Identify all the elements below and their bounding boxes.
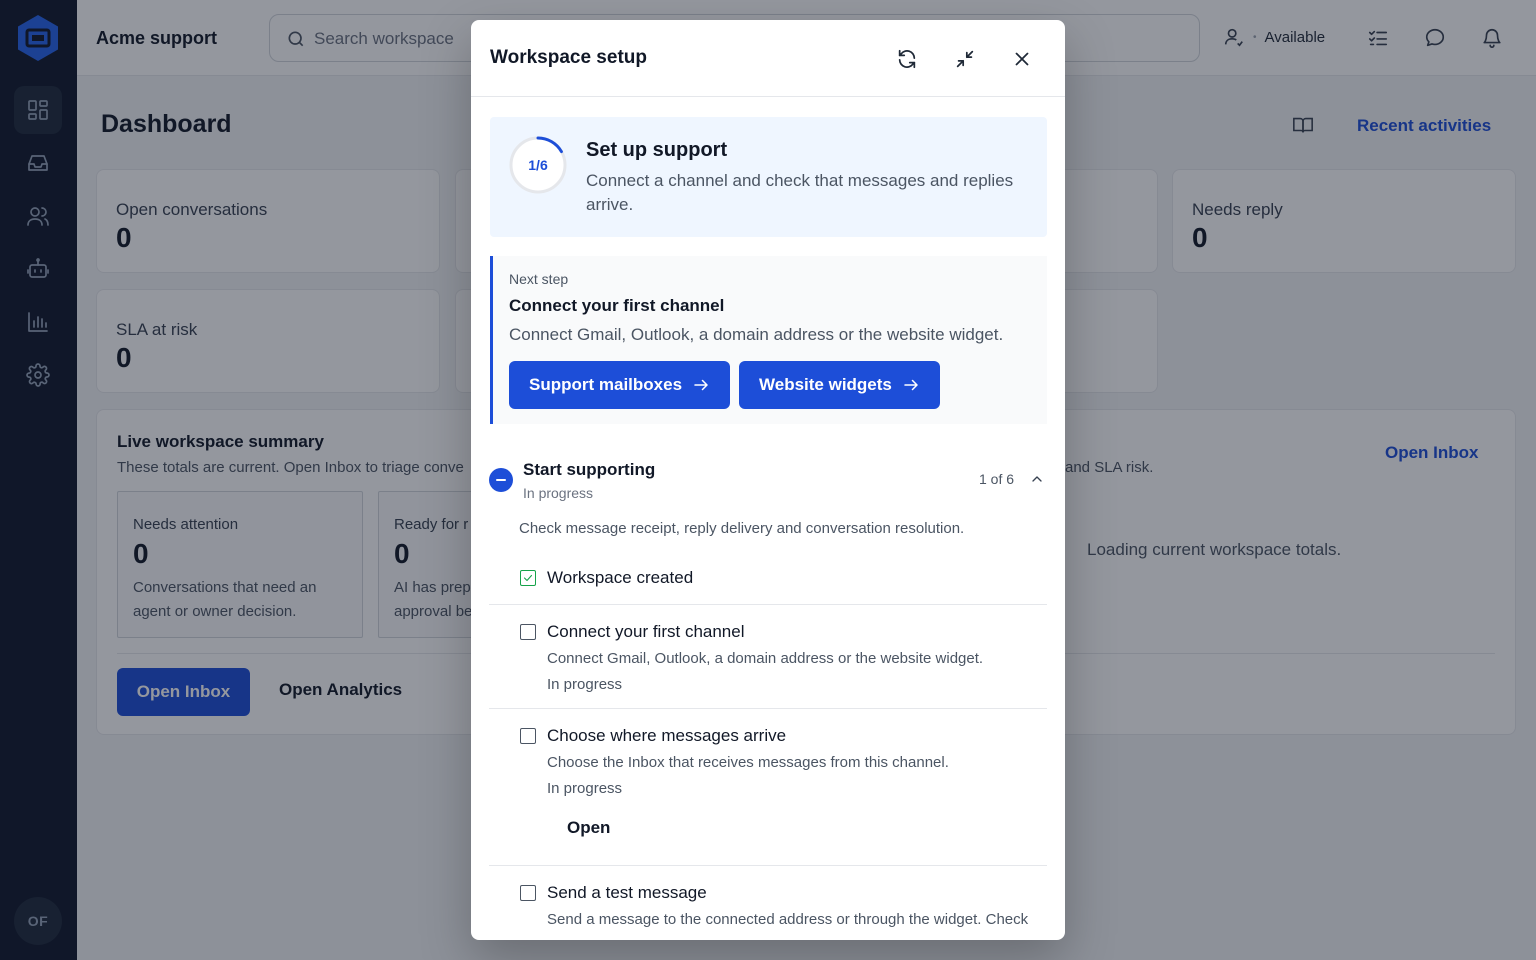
progress-title: Set up support [586,139,728,161]
task-status: In progress [547,780,623,797]
refresh-button[interactable] [892,44,922,74]
support-mailboxes-button[interactable]: Support mailboxes [509,361,731,409]
divider [489,604,1047,605]
task-title: Connect your first channel [547,622,745,641]
group-count: 1 of 6 [979,471,1015,487]
task-title: Send a test message [547,883,707,902]
divider [489,865,1047,866]
task-title: Choose where messages arrive [547,726,787,745]
next-step-eyebrow: Next step [509,271,569,287]
button-label: Support mailboxes [529,375,683,394]
next-step-panel: Next step Connect your first channel Con… [490,256,1047,424]
task-checkbox[interactable] [520,624,536,640]
task-description: Connect Gmail, Outlook, a domain address… [547,650,984,667]
group-collapse-toggle[interactable] [489,468,513,492]
task-checkbox[interactable] [520,728,536,744]
minimize-icon [956,50,974,68]
task-item: Send a test message Send a message to th… [489,881,1047,940]
dialog-header: Workspace setup [471,20,1065,97]
task-item: Choose where messages arrive Choose the … [489,724,1047,864]
task-description: Choose the Inbox that receives messages … [547,754,949,771]
chevron-up-icon[interactable] [1029,471,1045,487]
next-step-description: Connect Gmail, Outlook, a domain address… [509,325,1004,344]
task-open-button[interactable]: Open [567,818,610,838]
progress-label: 1/6 [528,157,548,173]
group-status: In progress [523,485,594,501]
group-description: Check message receipt, reply delivery an… [519,520,965,537]
check-icon [523,574,533,582]
group-title[interactable]: Start supporting [523,460,655,480]
task-status: In progress [547,676,623,693]
next-step-title: Connect your first channel [509,296,725,315]
minimize-button[interactable] [950,44,980,74]
divider [489,708,1047,709]
minus-icon [496,479,506,481]
close-icon [1015,52,1029,66]
progress-description: Connect a channel and check that message… [586,171,1014,214]
button-label: Website widgets [759,375,892,394]
arrow-right-icon [904,379,918,391]
website-widgets-button[interactable]: Website widgets [739,361,940,409]
task-description: Send a message to the connected address … [547,911,1029,928]
task-item: Connect your first channel Connect Gmail… [489,620,1047,710]
arrow-right-icon [694,379,708,391]
dialog-title: Workspace setup [490,47,647,68]
setup-progress-card: 1/6 Set up support Connect a channel and… [490,117,1047,237]
workspace-setup-dialog: Workspace setup 1/6 Set up support Conne… [471,20,1065,940]
task-title: Workspace created [547,568,694,587]
close-button[interactable] [1007,44,1037,74]
task-item: Workspace created [489,566,1047,602]
task-checkbox[interactable] [520,885,536,901]
refresh-icon [898,49,916,69]
task-checkbox-checked[interactable] [520,570,536,586]
